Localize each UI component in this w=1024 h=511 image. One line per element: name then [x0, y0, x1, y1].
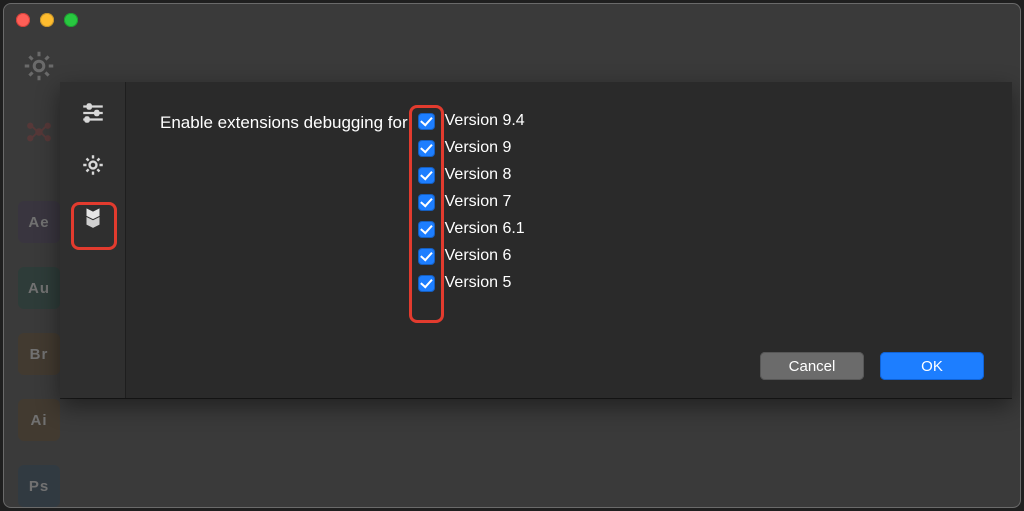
version-checkbox[interactable]: [418, 275, 435, 292]
version-label: Version 6: [445, 247, 512, 265]
version-label: Version 8: [445, 166, 512, 184]
version-checkbox-column: Version 9.4 Version 9 Version 8 Version 7 Ve…: [418, 112, 525, 292]
gear-icon[interactable]: [76, 148, 110, 182]
network-icon[interactable]: [18, 111, 60, 153]
version-checkbox[interactable]: [418, 194, 435, 211]
version-row: Version 6.1: [418, 220, 525, 238]
gear-icon[interactable]: [18, 45, 60, 87]
version-label: Version 6.1: [445, 220, 525, 238]
close-window-button[interactable]: [16, 13, 30, 27]
version-label: Version 9: [445, 139, 512, 157]
main-dock: Ae Au Br Ai Ps: [18, 45, 64, 507]
ok-button[interactable]: OK: [880, 352, 984, 380]
window-traffic-lights: [16, 13, 78, 27]
preferences-dialog: Enable extensions debugging for Version …: [60, 82, 1012, 398]
dialog-button-row: Cancel OK: [760, 352, 984, 380]
dialog-body: Enable extensions debugging for Version …: [126, 82, 1012, 398]
version-label: Version 9.4: [445, 112, 525, 130]
version-checkbox[interactable]: [418, 113, 435, 130]
app-ae[interactable]: Ae: [18, 201, 60, 243]
version-row: Version 9.4: [418, 112, 525, 130]
app-br[interactable]: Br: [18, 333, 60, 375]
app-au[interactable]: Au: [18, 267, 60, 309]
version-checkbox[interactable]: [418, 140, 435, 157]
version-label: Version 5: [445, 274, 512, 292]
app-ai[interactable]: Ai: [18, 399, 60, 441]
version-checkbox[interactable]: [418, 221, 435, 238]
version-row: Version 7: [418, 193, 525, 211]
cancel-button[interactable]: Cancel: [760, 352, 864, 380]
version-row: Version 8: [418, 166, 525, 184]
app-ps[interactable]: Ps: [18, 465, 60, 507]
version-row: Version 9: [418, 139, 525, 157]
sliders-icon[interactable]: [76, 96, 110, 130]
version-checkbox[interactable]: [418, 248, 435, 265]
dialog-sidebar: [60, 82, 126, 398]
zoom-window-button[interactable]: [64, 13, 78, 27]
version-label: Version 7: [445, 193, 512, 211]
version-row: Version 5: [418, 274, 525, 292]
extensions-icon[interactable]: [76, 200, 110, 234]
enable-debugging-label: Enable extensions debugging for: [160, 113, 408, 292]
version-checkbox[interactable]: [418, 167, 435, 184]
version-row: Version 6: [418, 247, 525, 265]
minimize-window-button[interactable]: [40, 13, 54, 27]
